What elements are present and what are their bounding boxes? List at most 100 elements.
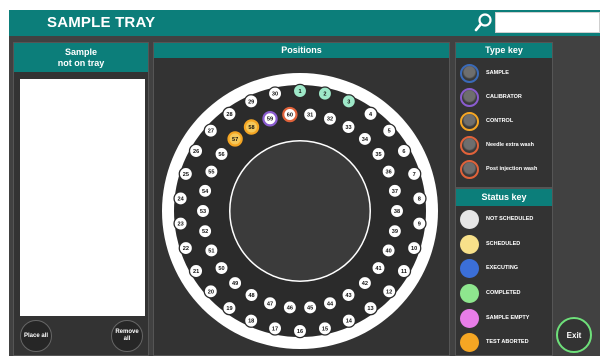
tray-position-16[interactable]: 16 <box>292 323 308 339</box>
tray-position-37[interactable]: 37 <box>387 183 403 199</box>
position-label: 45 <box>307 305 313 311</box>
tray-position-55[interactable]: 55 <box>204 164 219 179</box>
tray-position-26[interactable]: 26 <box>188 143 204 159</box>
tray-position-51[interactable]: 51 <box>204 243 219 258</box>
tray-position-47[interactable]: 47 <box>262 296 278 311</box>
position-label: 2 <box>323 92 326 98</box>
tray-position-2[interactable]: 2 <box>317 86 333 101</box>
tray-position-32[interactable]: 32 <box>322 111 338 126</box>
position-label: 23 <box>178 222 184 228</box>
tray-position-15[interactable]: 15 <box>317 321 333 336</box>
tray-position-10[interactable]: 10 <box>406 240 422 256</box>
status-key-item: EXECUTING <box>460 258 518 278</box>
position-label: 29 <box>248 99 254 105</box>
tray-position-53[interactable]: 53 <box>195 203 211 219</box>
tray-position-44[interactable]: 44 <box>322 296 338 311</box>
tray-position-56[interactable]: 56 <box>214 146 229 162</box>
type-key-item: SAMPLE <box>460 63 509 83</box>
tray-position-9[interactable]: 9 <box>412 216 427 231</box>
position-label: 20 <box>208 289 214 295</box>
tray-position-28[interactable]: 28 <box>222 106 237 122</box>
tray-position-40[interactable]: 40 <box>381 243 396 258</box>
tray-position-11[interactable]: 11 <box>396 263 412 279</box>
remove-all-button[interactable]: Remove all <box>111 320 143 352</box>
tray-position-36[interactable]: 36 <box>381 164 396 179</box>
tray-position-22[interactable]: 22 <box>178 240 194 256</box>
tray-position-8[interactable]: 8 <box>412 191 427 206</box>
tray-position-19[interactable]: 19 <box>222 300 237 316</box>
tray-position-4[interactable]: 4 <box>363 106 378 122</box>
tray-position-18[interactable]: 18 <box>243 313 259 328</box>
position-label: 53 <box>200 209 206 215</box>
tray-position-17[interactable]: 17 <box>267 321 283 336</box>
test-aborted-status-icon <box>460 332 479 352</box>
status-key-item: TEST ABORTED <box>460 332 529 352</box>
tray-position-35[interactable]: 35 <box>371 146 386 162</box>
tray-position-29[interactable]: 29 <box>243 94 259 109</box>
tray-position-30[interactable]: 30 <box>267 86 283 101</box>
tray-position-42[interactable]: 42 <box>357 275 373 291</box>
position-label: 38 <box>394 209 400 215</box>
sample-type-icon <box>460 63 479 83</box>
position-label: 33 <box>345 125 351 131</box>
tray-position-31[interactable]: 31 <box>302 107 318 122</box>
positions-panel: Positions 1 2 3 4 5 6 7 8 9 10 11 12 13 14 15 16 17 18 19 2… <box>153 42 450 356</box>
tray-position-59[interactable]: 59 <box>262 111 278 127</box>
tray-position-24[interactable]: 24 <box>173 191 188 206</box>
tray-position-38[interactable]: 38 <box>389 203 405 219</box>
tray-position-48[interactable]: 48 <box>244 287 259 303</box>
exit-button[interactable]: Exit <box>556 317 592 353</box>
tray-position-58[interactable]: 58 <box>243 119 260 135</box>
tray-position-45[interactable]: 45 <box>302 300 318 315</box>
tray-position-49[interactable]: 49 <box>227 275 243 291</box>
tray-position-39[interactable]: 39 <box>387 223 403 239</box>
tray-position-5[interactable]: 5 <box>381 123 397 138</box>
tray-position-13[interactable]: 13 <box>363 300 378 316</box>
tray-position-7[interactable]: 7 <box>406 166 422 182</box>
position-label: 19 <box>226 306 232 312</box>
completed-status-icon <box>460 283 479 303</box>
position-label: 14 <box>346 319 353 325</box>
status-key-item: SAMPLE EMPTY <box>460 308 529 328</box>
tray-position-21[interactable]: 21 <box>188 263 204 279</box>
tray-position-34[interactable]: 34 <box>357 131 373 147</box>
tray-position-6[interactable]: 6 <box>396 143 412 159</box>
tray-position-54[interactable]: 54 <box>197 183 213 199</box>
tray-position-27[interactable]: 27 <box>203 123 219 138</box>
position-label: 25 <box>183 172 189 178</box>
tray-position-46[interactable]: 46 <box>282 300 298 315</box>
tray-position-41[interactable]: 41 <box>371 260 386 276</box>
position-label: 48 <box>248 293 254 299</box>
status-key-label: TEST ABORTED <box>486 339 529 345</box>
tray-position-23[interactable]: 23 <box>173 216 188 231</box>
tray-position-14[interactable]: 14 <box>341 313 357 328</box>
tray-position-57[interactable]: 57 <box>227 131 243 147</box>
tray-position-50[interactable]: 50 <box>214 260 229 276</box>
position-label: 35 <box>375 152 381 158</box>
search-icon[interactable] <box>473 12 493 34</box>
sample-list[interactable] <box>20 79 145 316</box>
status-key-label: COMPLETED <box>486 290 521 296</box>
tray-position-52[interactable]: 52 <box>197 223 213 239</box>
tray-position-43[interactable]: 43 <box>341 287 356 303</box>
position-label: 46 <box>287 305 293 311</box>
position-label: 21 <box>193 269 199 275</box>
position-label: 8 <box>418 196 421 202</box>
tray-position-3[interactable]: 3 <box>341 94 357 109</box>
position-label: 42 <box>362 281 368 287</box>
position-label: 55 <box>208 170 214 176</box>
tray-position-20[interactable]: 20 <box>203 284 219 299</box>
status-key-label: SCHEDULED <box>486 241 521 247</box>
tray-position-60[interactable]: 60 <box>282 106 298 123</box>
place-all-button[interactable]: Place all <box>20 320 52 352</box>
sample-empty-status-icon <box>460 308 479 328</box>
type-key-header: Type key <box>456 43 552 58</box>
position-label: 16 <box>297 329 303 335</box>
tray-position-33[interactable]: 33 <box>341 119 356 135</box>
tray-position-12[interactable]: 12 <box>381 284 397 299</box>
search-input[interactable] <box>495 12 600 33</box>
tray-position-1[interactable]: 1 <box>292 83 308 99</box>
type-key-panel: Type key SAMPLE CALIBRATOR CONTROL Needl… <box>455 42 553 188</box>
not-scheduled-status-icon <box>460 209 479 229</box>
tray-position-25[interactable]: 25 <box>178 166 194 182</box>
